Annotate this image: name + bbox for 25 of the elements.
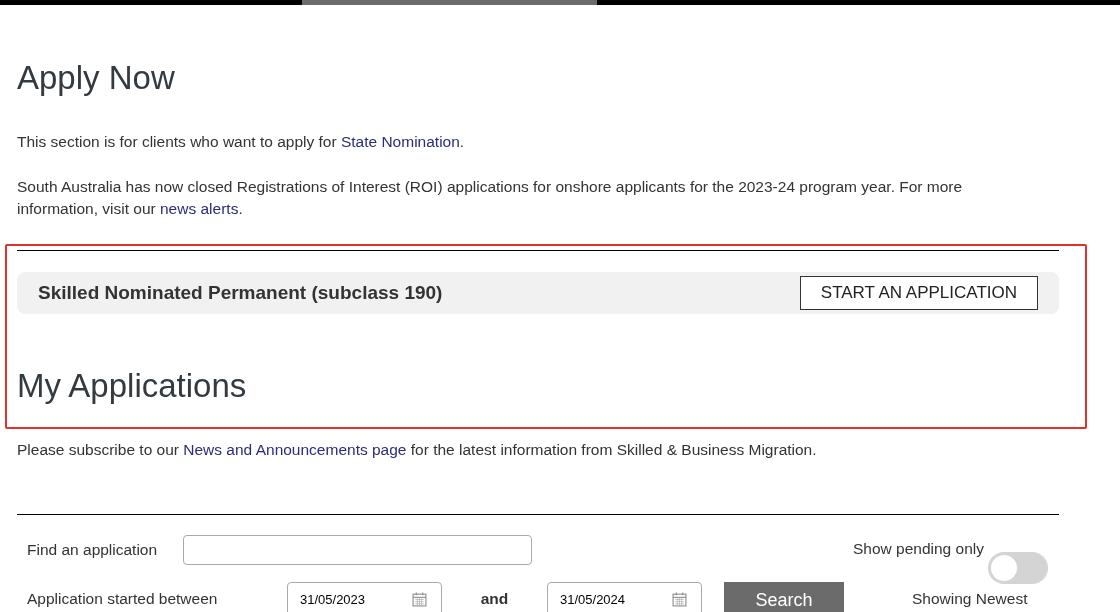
visa-name: Skilled Nominated Permanent (subclass 190) <box>38 282 443 304</box>
text-link[interactable]: News and Announcements page <box>183 441 407 458</box>
toggle-switch[interactable] <box>988 552 1048 584</box>
search-field[interactable] <box>183 535 532 565</box>
calendar-icon[interactable] <box>412 591 427 607</box>
date-field[interactable]: 31/05/2023 <box>287 582 442 612</box>
search-button[interactable]: Search <box>724 582 844 612</box>
paragraph: This section is for clients who want to apply for State Nomination. <box>17 132 466 152</box>
and-label: and <box>479 589 510 608</box>
sort-label: Showing Newest <box>912 589 1028 608</box>
text-link[interactable]: news alerts <box>160 200 239 217</box>
paragraph: South Australia has now closed Registrations of Interest (ROI) applications for onshore applicants for the 2023-24 program year. For more information, visit our news alerts. <box>17 177 964 219</box>
start-application-button[interactable]: START AN APPLICATION <box>799 276 1038 310</box>
nav-bar-segment[interactable] <box>597 0 1120 5</box>
toggle-label: Show pending only <box>853 540 984 558</box>
field-label: Find an application <box>27 541 159 559</box>
field-label: Application started between <box>27 589 219 608</box>
page-heading: Apply Now <box>17 58 176 98</box>
date-field[interactable]: 31/05/2024 <box>547 582 702 612</box>
paragraph: Please subscribe to our News and Announcements page for the latest information from Skilled & Business Migration. <box>17 440 818 460</box>
calendar-icon[interactable] <box>672 591 687 607</box>
nav-bar-segment[interactable] <box>0 0 302 5</box>
section-heading: My Applications <box>17 366 248 406</box>
text-link[interactable]: State Nomination <box>340 133 460 150</box>
nav-bar-segment[interactable] <box>302 0 597 5</box>
